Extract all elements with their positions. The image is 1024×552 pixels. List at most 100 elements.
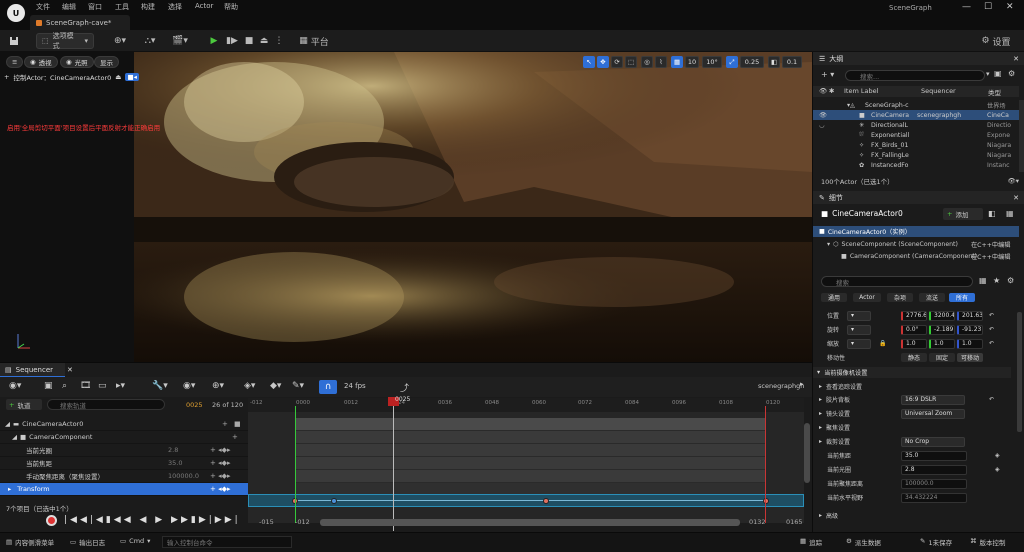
reset-icon[interactable]: ↶ (989, 312, 994, 319)
outliner-row[interactable]: ✧ FX_Birds_01 Niagara (813, 140, 1019, 150)
col-sequencer[interactable]: Sequencer (921, 87, 956, 95)
cmd-dropdown[interactable]: ▭ Cmd ▾ (120, 537, 150, 545)
filter-actor[interactable]: Actor (853, 293, 881, 302)
location-y[interactable]: 3200.4 (929, 310, 955, 321)
grid-snap-icon[interactable]: ▦ (671, 56, 684, 68)
rotate-icon[interactable]: ⟳ (611, 56, 623, 68)
more-options-icon[interactable]: ⋮ (274, 33, 284, 49)
expand-icon[interactable]: ◢ (5, 420, 10, 428)
filter-dropdown-icon[interactable]: ▾ (986, 70, 990, 78)
key-interp-icon[interactable]: ◈▾ (244, 381, 255, 391)
outliner-search-input[interactable]: 搜索... (845, 70, 985, 81)
render-movie-icon[interactable]: 🎞 (80, 381, 91, 391)
visibility-column-icon[interactable]: 👁 (819, 87, 827, 95)
blueprint-convert-icon[interactable]: ◧ (988, 209, 996, 218)
rotation-snap-value[interactable]: 10° (702, 56, 722, 68)
blueprint-icon[interactable]: ⛬▾ (140, 33, 160, 49)
pin-column-icon[interactable]: ✱ (829, 87, 834, 95)
minimize-button[interactable]: — (962, 2, 971, 12)
actions-icon[interactable]: 🔧▾ (152, 381, 168, 391)
add-track-plus-icon[interactable]: + (222, 420, 228, 428)
view-options-icon[interactable]: ◉▾ (183, 381, 195, 391)
layout-icon[interactable]: ▦ (1006, 209, 1014, 218)
transform-key-icon[interactable]: ◆▾ (270, 381, 281, 391)
col-item-label[interactable]: Item Label (844, 87, 878, 95)
track-value[interactable]: 100000.0 (168, 472, 199, 480)
transport-buttons-icon[interactable]: |◀◀|◀▮◀◀ ◀ ▶ ▶▶▮▶|▶▶| (64, 515, 241, 525)
prop-advanced[interactable]: ▸ 高级 (813, 509, 1011, 522)
track-row-focus[interactable] (295, 470, 765, 483)
view-range-start-outer[interactable]: -015 (259, 518, 274, 526)
viewport-menu-button[interactable]: ≡ (6, 56, 24, 68)
track-row-camera-component[interactable] (295, 431, 765, 444)
track-aperture[interactable]: 当前光圈 2.8 + ◂◆▸ (0, 444, 248, 457)
track-camera-component[interactable]: ◢ ■ CameraComponent + (0, 431, 248, 444)
focal-length-field[interactable]: 35.0 (901, 450, 967, 461)
unreal-logo-icon[interactable]: U (7, 4, 25, 22)
menu-help[interactable]: 帮助 (224, 2, 238, 12)
outliner-row-selected[interactable]: 👁 ■ CineCamera scenegraphgh CineCa (813, 110, 1019, 120)
camera-lock-icon[interactable]: ■ (234, 420, 241, 428)
lit-button[interactable]: ◉ 光照 (60, 56, 94, 68)
sequencer-tab[interactable]: ▤ Sequencer ✕ (0, 363, 73, 377)
track-row-focal[interactable] (295, 457, 765, 470)
lock-icon[interactable]: ▸ (800, 380, 804, 388)
keyframe[interactable] (543, 498, 549, 504)
save-sequence-icon[interactable]: ▣ (44, 381, 53, 391)
reset-icon[interactable]: ↶ (989, 326, 994, 333)
lens-dropdown[interactable]: Universal Zoom (901, 408, 965, 419)
add-track-plus-icon[interactable]: + (232, 433, 238, 441)
menu-edit[interactable]: 编辑 (62, 2, 76, 12)
prop-lookat[interactable]: ▸ 查看追踪设置 (813, 380, 1011, 393)
menu-select[interactable]: 选择 (168, 2, 182, 12)
close-tab-icon[interactable]: ✕ (1013, 55, 1019, 63)
track-value[interactable]: 35.0 (168, 459, 182, 467)
focus-distance-field[interactable]: 100000.0 (901, 478, 967, 489)
track-row-aperture[interactable] (295, 444, 765, 457)
add-content-icon[interactable]: ⊕▾ (110, 33, 130, 49)
maximize-button[interactable]: ☐ (984, 2, 992, 12)
track-cinecamera[interactable]: ◢ ▬ CineCameraActor0 + ■ (0, 418, 248, 431)
expand-icon[interactable]: ▸ (8, 485, 11, 493)
outliner-row[interactable]: ⛆ Exponentiall Expone (813, 130, 1019, 140)
current-frame[interactable]: 0025 (186, 401, 203, 409)
details-settings-icon[interactable]: ⚙ (1007, 276, 1014, 285)
level-viewport[interactable]: ↖ ✥ ⟳ ⬚ ◎ ⌇ ▦ 10 10° ⤢ 0.25 ◧ 0.1 ≡ ◉ 透视 … (0, 52, 812, 362)
show-button[interactable]: 显示 (94, 56, 119, 68)
perspective-button[interactable]: ◉ 透视 (24, 56, 58, 68)
section-current-camera[interactable]: ▾ 当前摄像机设置 (813, 367, 1011, 378)
scale-snap-icon[interactable]: ⤢ (726, 56, 738, 68)
keyframe[interactable] (331, 498, 337, 504)
view-range-start[interactable]: -012 (295, 518, 310, 526)
fps-dropdown[interactable]: 24 fps (344, 382, 366, 390)
mobility-movable[interactable]: 可移动 (957, 353, 983, 362)
keyframe-add-icon[interactable]: ◈ (995, 452, 1000, 459)
playback-options-icon[interactable]: ▸▾ (116, 381, 125, 391)
track-transform[interactable]: ▸ Transform + ◂◆▸ (0, 483, 248, 496)
eye-icon[interactable]: ◡ (819, 122, 824, 129)
expand-icon[interactable]: ▸ (819, 396, 822, 403)
trace-button[interactable]: ▦ 追踪 (800, 537, 822, 547)
rotation-x[interactable]: 0.0° (901, 324, 927, 335)
menu-file[interactable]: 文件 (36, 2, 50, 12)
stop-icon[interactable]: ■ (243, 33, 255, 49)
col-type[interactable]: 类型 (988, 87, 1001, 97)
cinematics-icon[interactable]: 🎬▾ (170, 33, 190, 49)
record-icon[interactable] (46, 515, 57, 526)
surface-snap-icon[interactable]: ⌇ (655, 56, 667, 68)
add-component-button[interactable]: + 添加 (943, 208, 983, 220)
camera-icon[interactable]: ■◂ (125, 72, 139, 81)
outliner-row[interactable]: ✧ FX_FallingLe Niagara (813, 150, 1019, 160)
output-log-button[interactable]: ▭ 输出日志 (70, 537, 105, 547)
platform-button[interactable]: ▦ 平台 (298, 33, 330, 49)
camera-cut-icon[interactable]: ▭ (98, 381, 107, 391)
lock-icon[interactable]: 🔒 (879, 340, 886, 347)
menu-build[interactable]: 构建 (141, 2, 155, 12)
time-ruler[interactable]: -012 0000 0012 0024 0036 0048 0060 0072 … (248, 398, 804, 412)
location-x[interactable]: 2776.6 (901, 310, 927, 321)
close-tab-icon[interactable]: ✕ (1013, 194, 1019, 202)
world-space-icon[interactable]: ◎ (641, 56, 653, 68)
hfov-field[interactable]: 34.432224 (901, 492, 967, 503)
scale-z[interactable]: 1.0 (957, 338, 983, 349)
track-focal-length[interactable]: 当前焦距 35.0 + ◂◆▸ (0, 457, 248, 470)
